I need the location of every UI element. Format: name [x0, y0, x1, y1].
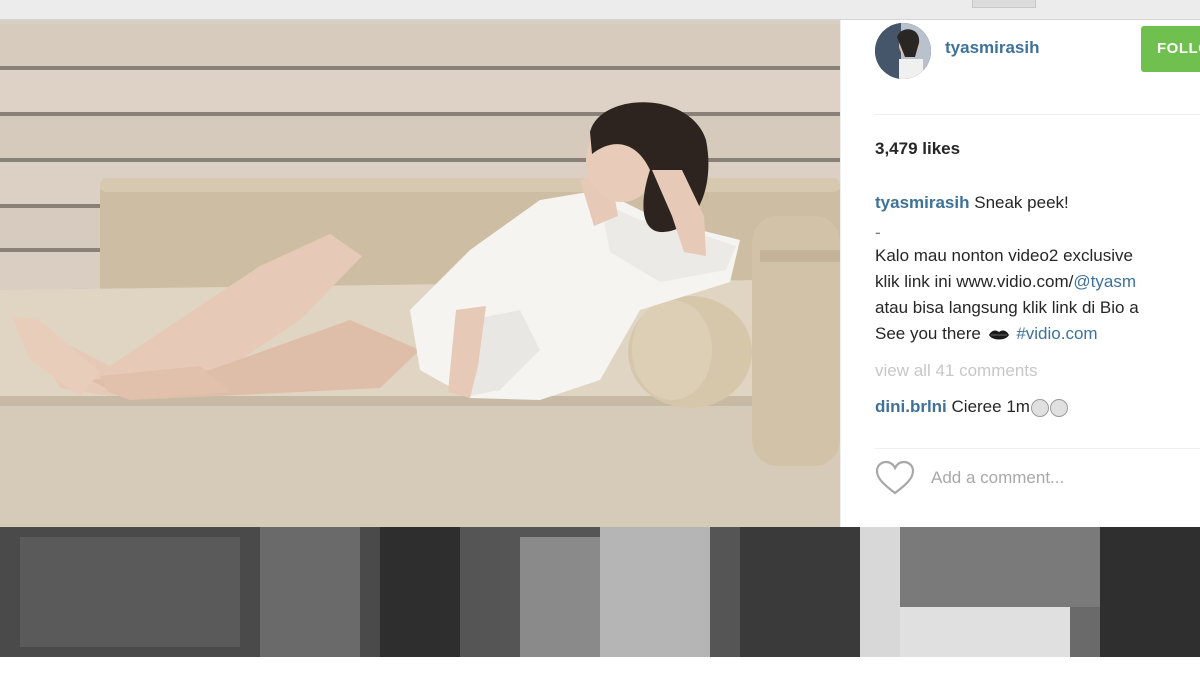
heart-outline-icon[interactable] [875, 460, 915, 496]
comment-username[interactable]: dini.brlni [875, 397, 947, 416]
caption-mention-link[interactable]: @tyasm [1073, 272, 1136, 291]
caption-line-5: See you there #vidio.com [875, 324, 1098, 344]
caption-line-2: Kalo mau nonton video2 exclusive [875, 246, 1133, 265]
top-bar-button[interactable] [972, 0, 1036, 8]
avatar[interactable] [875, 23, 931, 79]
related-posts-strip [0, 527, 1200, 657]
caption-line-3-text: klik link ini www.vidio.com/ [875, 272, 1074, 291]
post-username[interactable]: tyasmirasih [945, 38, 1040, 58]
post-photo-illustration [0, 20, 840, 527]
laughing-emoji-icon [1049, 398, 1068, 417]
follow-button[interactable]: FOLLOW [1141, 26, 1200, 72]
caption-line-3: klik link ini www.vidio.com/@tyasm [875, 272, 1136, 292]
view-all-comments-link[interactable]: view all 41 comments [875, 361, 1038, 381]
laughing-emoji-icon [1030, 398, 1049, 417]
post-side-panel: tyasmirasih FOLLOW 3,479 likes tyasmiras… [840, 20, 1200, 527]
caption-text: Sneak peek! [974, 193, 1069, 212]
caption-hashtag-link[interactable]: #vidio.com [1016, 324, 1097, 343]
caption-line-4: atau bisa langsung klik link di Bio a [875, 298, 1139, 317]
likes-count[interactable]: 3,479 likes [875, 139, 960, 159]
page-footer [0, 657, 1200, 675]
caption-first-line: tyasmirasih Sneak peek! [875, 193, 1069, 213]
header-divider [875, 114, 1200, 115]
comment-text: Cieree 1m [951, 397, 1030, 416]
caption-username[interactable]: tyasmirasih [875, 193, 970, 212]
post-photo [0, 20, 840, 527]
comment-divider [875, 448, 1200, 449]
add-comment-input[interactable] [931, 466, 1200, 490]
related-posts-thumbnails [0, 527, 1200, 657]
avatar-image [875, 23, 931, 79]
comment-item: dini.brlni Cieree 1m [875, 397, 1068, 417]
browser-top-bar [0, 0, 1200, 20]
caption-dash: - [875, 223, 881, 242]
caption-line-5-text: See you there [875, 324, 981, 343]
kiss-lips-icon [988, 329, 1009, 340]
